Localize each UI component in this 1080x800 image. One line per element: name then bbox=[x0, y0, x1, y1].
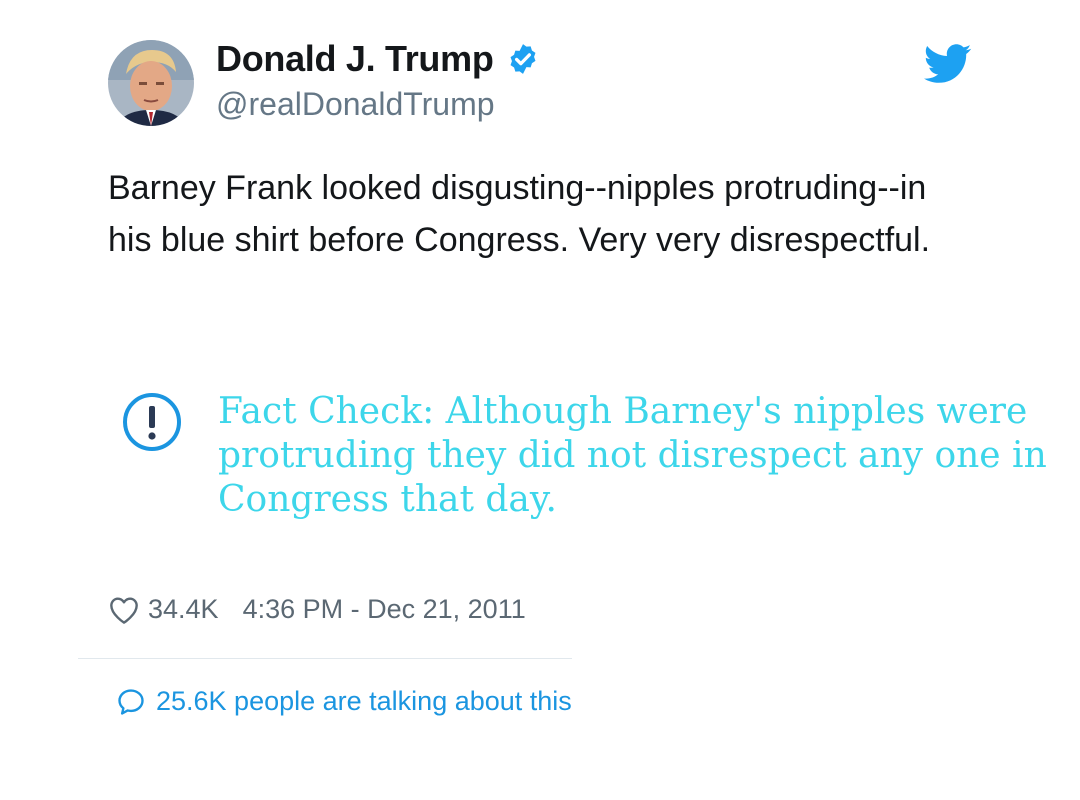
tweet-text: Barney Frank looked disgusting--nipples … bbox=[108, 169, 931, 259]
conversation-text[interactable]: 25.6K people are talking about this bbox=[156, 686, 572, 717]
like-count[interactable]: 34.4K bbox=[148, 594, 219, 625]
divider bbox=[78, 658, 572, 659]
avatar[interactable] bbox=[108, 40, 194, 126]
twitter-bird-icon[interactable] bbox=[923, 44, 972, 84]
conversation-link[interactable]: 25.6K people are talking about this bbox=[116, 686, 572, 717]
display-name[interactable]: Donald J. Trump bbox=[216, 38, 494, 80]
fact-check-text: Fact Check: Although Barney's nipples we… bbox=[218, 391, 1047, 520]
author-handle[interactable]: @realDonaldTrump bbox=[216, 86, 495, 123]
tweet-timestamp[interactable]: 4:36 PM - Dec 21, 2011 bbox=[243, 594, 526, 625]
exclamation-circle-icon bbox=[120, 390, 184, 454]
verified-badge-icon bbox=[506, 42, 540, 76]
author-name-row: Donald J. Trump bbox=[216, 38, 540, 80]
heart-icon[interactable] bbox=[108, 595, 140, 625]
tweet-stats: 34.4K 4:36 PM - Dec 21, 2011 bbox=[108, 594, 526, 625]
speech-bubble-icon bbox=[116, 687, 146, 717]
